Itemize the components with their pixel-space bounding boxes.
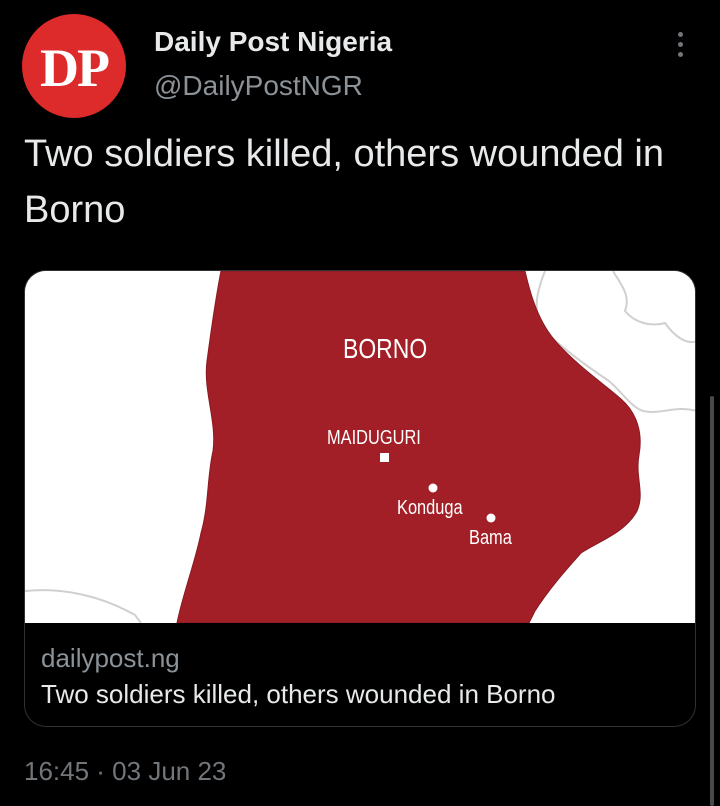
konduga-marker (428, 483, 438, 493)
tweet-text: Two soldiers killed, others wounded in B… (24, 133, 665, 231)
avatar-logo-text: DP (40, 38, 110, 98)
maiduguri-marker (380, 453, 389, 462)
link-preview-card[interactable]: BORNO MAIDUGURI Konduga Bama dailypost.n… (24, 270, 696, 727)
map-city-label: MAIDUGURI (327, 427, 421, 449)
tweet-timestamp[interactable]: 16:45 · 03 Jun 23 (24, 756, 226, 787)
more-options-button[interactable] (660, 24, 700, 64)
more-vertical-icon (677, 31, 683, 37)
map-state-label: BORNO (343, 333, 428, 364)
author-handle[interactable]: @DailyPostNGR (154, 70, 363, 102)
more-vertical-icon-dot (677, 41, 683, 47)
card-map-image: BORNO MAIDUGURI Konduga Bama (25, 271, 695, 623)
card-title: Two soldiers killed, others wounded in B… (41, 679, 556, 709)
scrollbar[interactable] (710, 396, 714, 806)
map-city-label: Konduga (397, 497, 463, 519)
bama-marker (486, 513, 496, 523)
card-domain: dailypost.ng (41, 643, 180, 673)
author-avatar[interactable]: DP (22, 14, 126, 118)
author-name[interactable]: Daily Post Nigeria (154, 26, 392, 58)
more-vertical-icon-dot (677, 51, 683, 57)
map-city-label: Bama (469, 527, 512, 549)
